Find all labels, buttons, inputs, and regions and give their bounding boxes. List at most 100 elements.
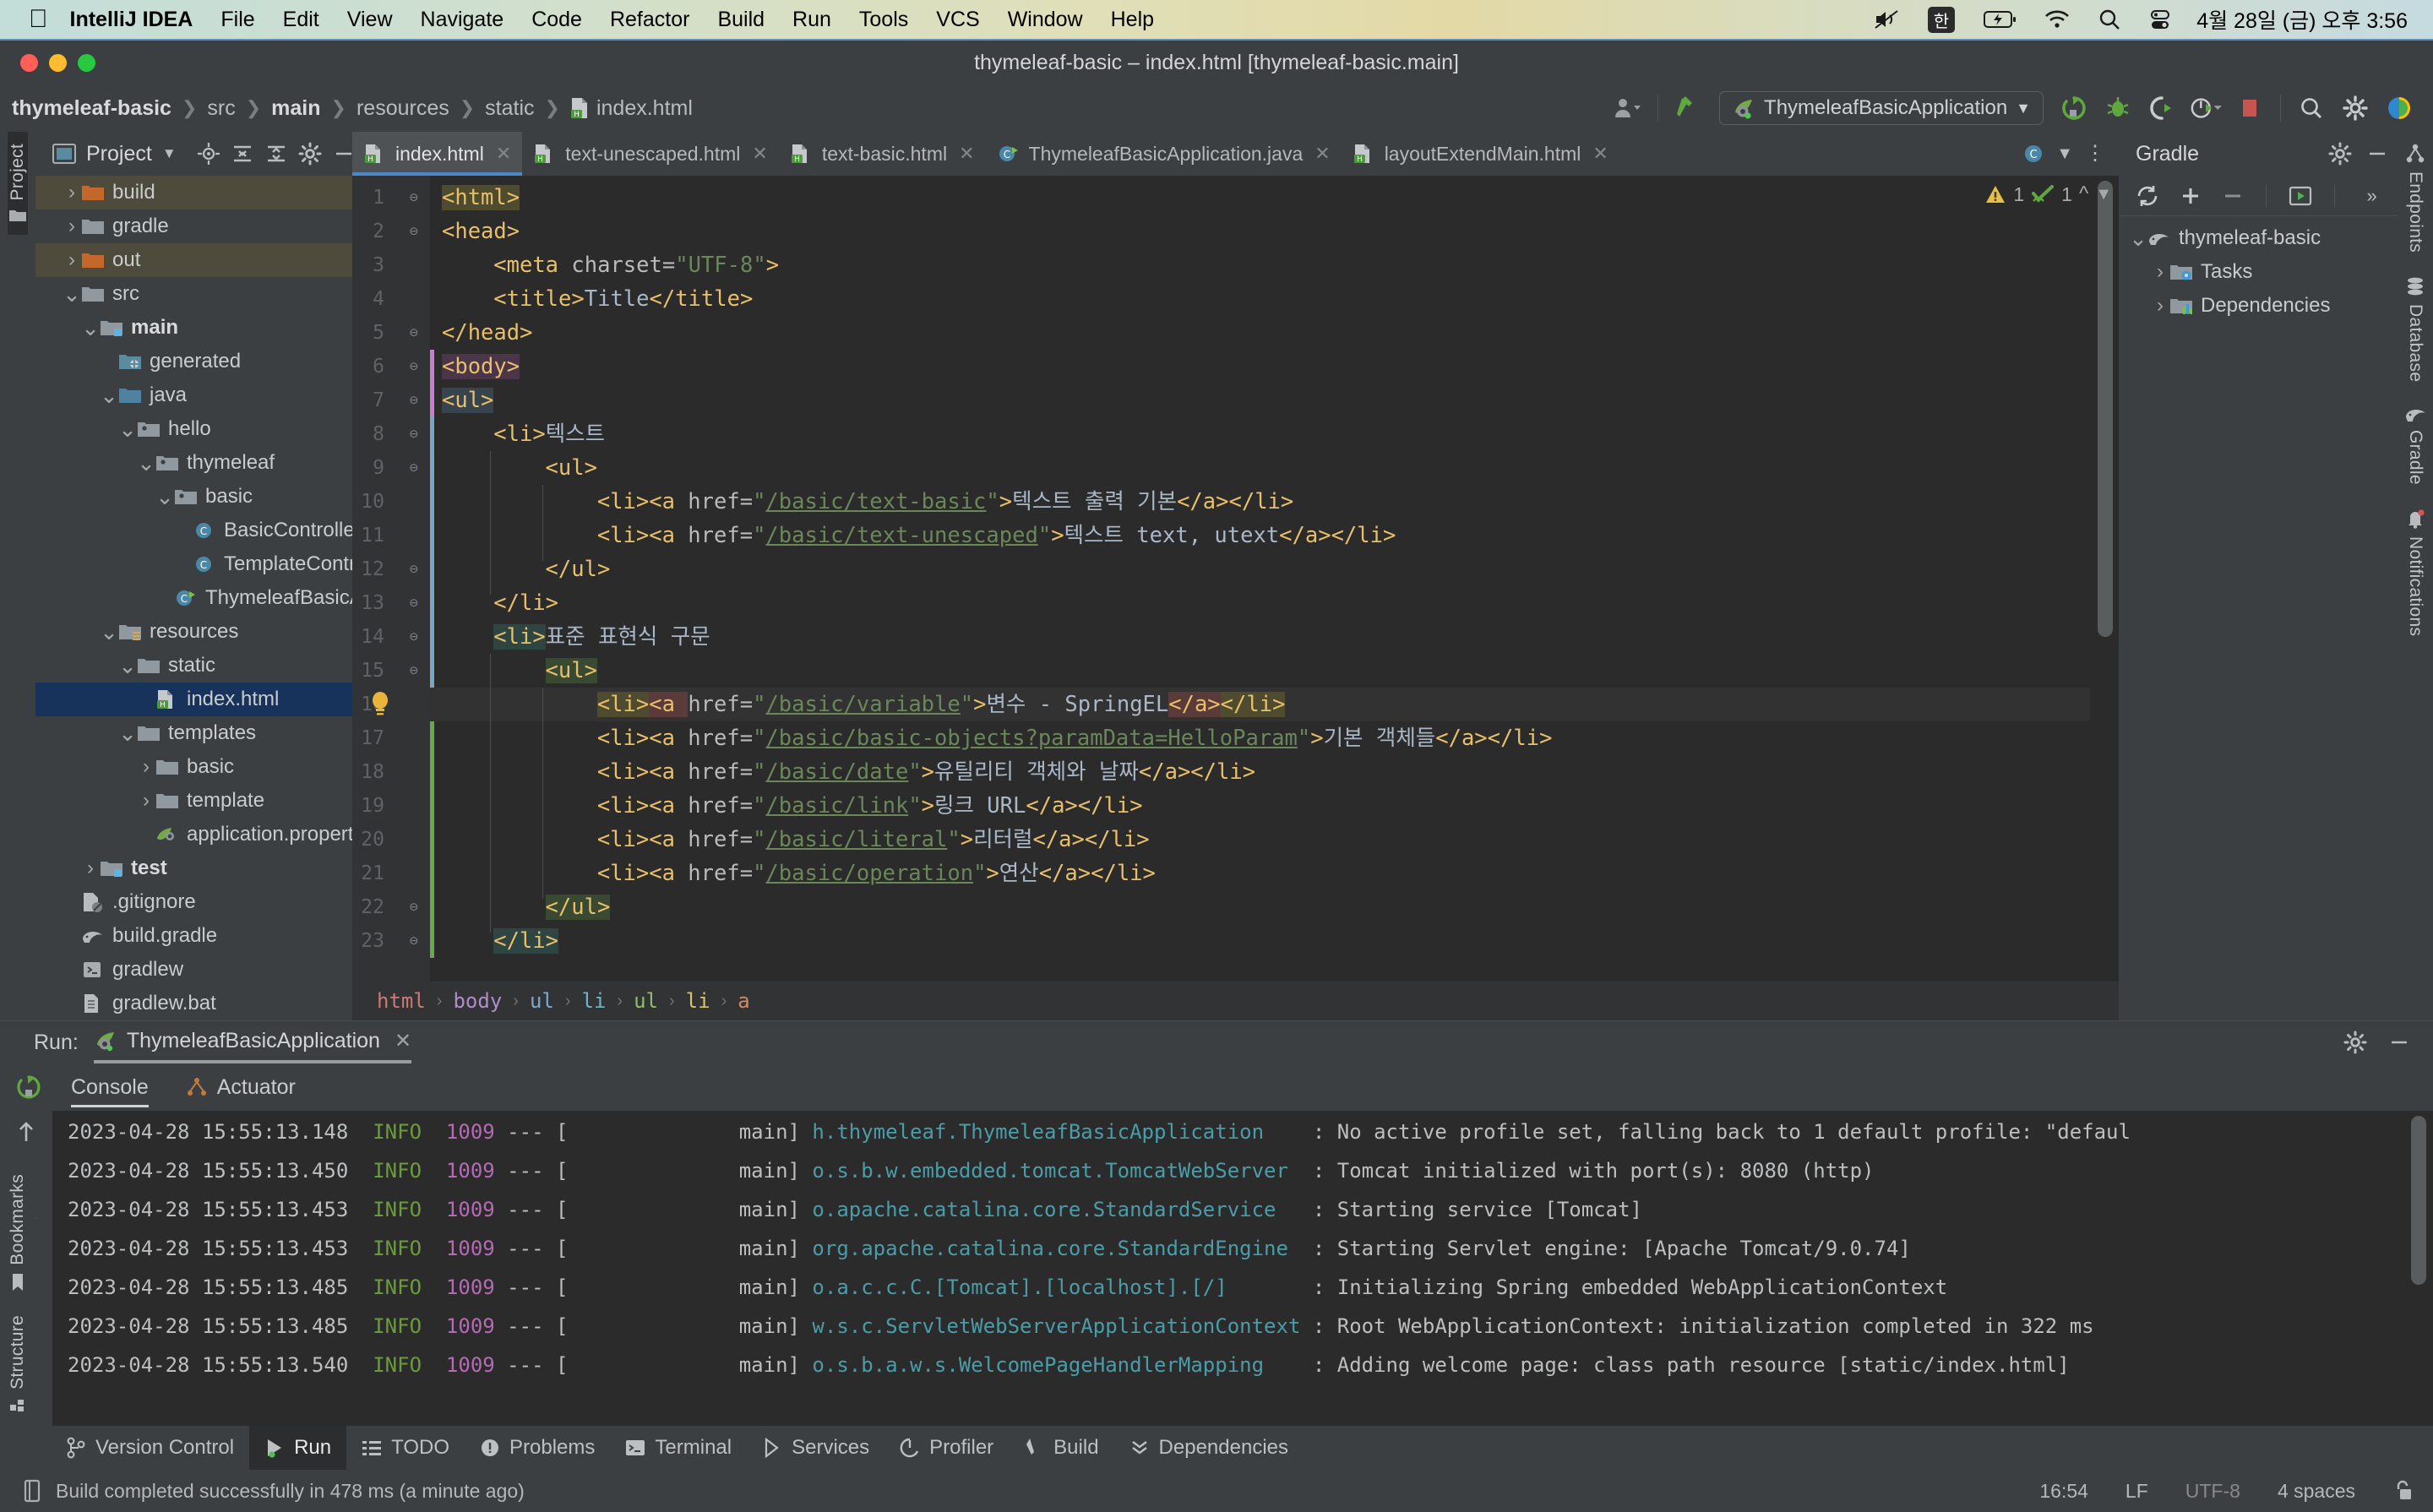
project-tree-item-test[interactable]: › test (35, 851, 352, 885)
intention-bulb-icon[interactable] (367, 689, 393, 718)
window-controls[interactable] (20, 53, 95, 72)
code-line[interactable]: </li> (493, 924, 559, 958)
locate-icon[interactable] (197, 142, 220, 166)
project-tree-item-build[interactable]: › build (35, 176, 352, 209)
menu-item-intellij[interactable]: IntelliJ IDEA (70, 8, 193, 32)
chevron-right-icon[interactable]: › (81, 857, 100, 880)
close-tab-icon[interactable]: ✕ (752, 143, 767, 165)
code-line[interactable]: <li><a href="/basic/text-basic">텍스트 출력 기… (597, 485, 1293, 519)
menu-bar-clock[interactable]: 4월 28일 (금) 오후 3:56 (2196, 4, 2408, 35)
project-tree-item-build-gradle[interactable]: build.gradle (35, 919, 352, 953)
code-line[interactable]: </ul> (545, 890, 611, 924)
code-folding-marker[interactable]: ⊖ (410, 324, 418, 341)
chevron-down-icon[interactable]: ⌄ (2129, 227, 2147, 249)
menu-item-code[interactable]: Code (531, 8, 582, 32)
code-folding-marker[interactable]: ⊖ (410, 933, 418, 949)
chevron-right-icon[interactable]: › (137, 789, 155, 813)
tab-actuator[interactable]: Actuator (167, 1063, 314, 1111)
sidebar-item-bookmarks[interactable]: Bookmarks (8, 1162, 28, 1303)
code-line[interactable]: <li><a href="/basic/operation">연산</a></l… (597, 857, 1156, 890)
editor-tab-index-html[interactable]: Hindex.html ✕ (352, 132, 523, 176)
code-folding-marker[interactable]: ⊖ (410, 899, 418, 916)
code-editor[interactable]: <html> <head> <meta charset="UTF-8"> <title… (430, 176, 2090, 982)
tool-window-button-problems[interactable]: Problems (465, 1426, 610, 1470)
code-line[interactable]: <li><a href="/basic/basic-objects?paramD… (597, 721, 1553, 755)
project-tree-item-gradlew-bat[interactable]: gradlew.bat (35, 987, 352, 1020)
editor-tab-text-unescaped-html[interactable]: Htext-unescaped.html ✕ (522, 132, 779, 176)
editor-marker-column[interactable] (2090, 176, 2119, 982)
close-window-button[interactable] (20, 53, 38, 72)
editor-breadcrumb-li[interactable]: li (582, 989, 607, 1013)
run-config-tab[interactable]: ThymeleafBasicApplication ✕ (93, 1029, 412, 1063)
code-line[interactable]: <ul> (546, 451, 597, 485)
project-tree-item-basiccontroller[interactable]: C BasicController (35, 514, 352, 547)
refresh-icon[interactable] (2135, 180, 2160, 212)
project-tree-item-basic[interactable]: › basic (35, 750, 352, 784)
project-tree-item-gradle[interactable]: › gradle (35, 209, 352, 243)
chevron-right-icon[interactable]: › (63, 248, 81, 272)
project-tree-item-hello[interactable]: ⌄ hello (35, 412, 352, 446)
editor-breadcrumb-a[interactable]: a (738, 989, 749, 1013)
line-separator-indicator[interactable]: LF (2125, 1480, 2148, 1503)
code-folding-marker[interactable]: ⊖ (410, 223, 418, 240)
editor-breadcrumb-body[interactable]: body (453, 989, 502, 1013)
gradle-tree[interactable]: ⌄ thymeleaf-basic › Tasks › Dependencies (2119, 216, 2398, 1020)
editor-breadcrumb-ul[interactable]: ul (634, 989, 658, 1013)
chevron-right-icon[interactable]: › (63, 215, 81, 238)
project-file-tree[interactable]: › build › gradle › out ⌄ src ⌄ main generated ⌄ jav… (35, 176, 352, 1020)
chevron-right-icon[interactable]: › (2151, 260, 2169, 284)
menu-item-window[interactable]: Window (1008, 8, 1083, 32)
settings-gear-icon[interactable] (298, 142, 322, 166)
code-line[interactable]: <head> (442, 215, 520, 248)
tool-window-button-run[interactable]: Run (249, 1426, 347, 1470)
chevron-down-icon[interactable]: ▼ (162, 145, 177, 162)
code-line[interactable]: <li><a href="/basic/variable">변수 - Sprin… (596, 688, 1286, 721)
breadcrumb-project[interactable]: thymeleaf-basic (12, 96, 171, 121)
menu-item-tools[interactable]: Tools (859, 8, 908, 32)
search-everywhere-icon[interactable] (2295, 92, 2327, 124)
tool-window-button-todo[interactable]: TODO (346, 1426, 465, 1470)
menu-item-refactor[interactable]: Refactor (610, 8, 689, 32)
chevron-down-icon[interactable]: ⌄ (100, 621, 118, 643)
code-line[interactable]: <ul> (545, 654, 597, 688)
close-tab-icon[interactable]: ✕ (496, 143, 511, 165)
code-line[interactable]: <meta charset="UTF-8"> (493, 248, 779, 282)
expand-icon[interactable] (264, 142, 288, 166)
close-tab-icon[interactable]: ✕ (1592, 143, 1608, 165)
code-line[interactable]: <li><a href="/basic/link">링크 URL</a></li… (597, 789, 1143, 823)
breadcrumb-static[interactable]: static (485, 96, 534, 121)
chevron-down-icon[interactable]: ▼ (2095, 185, 2112, 204)
code-folding-marker[interactable]: ⊖ (410, 426, 418, 443)
run-icon[interactable] (2058, 92, 2090, 124)
settings-gear-icon[interactable] (2328, 142, 2352, 166)
sidebar-item-notifications[interactable]: Notifications (2405, 497, 2425, 648)
code-line[interactable]: <ul> (442, 383, 494, 417)
menu-item-edit[interactable]: Edit (283, 8, 319, 32)
project-tree-item-java[interactable]: ⌄ java (35, 378, 352, 412)
input-source-indicator[interactable]: 한 (1927, 6, 1956, 33)
account-icon[interactable] (1611, 92, 1643, 124)
editor-scrollbar-thumb[interactable] (2098, 181, 2113, 637)
menu-item-view[interactable]: View (347, 8, 393, 32)
tool-window-button-build[interactable]: Build (1009, 1426, 1113, 1470)
code-line[interactable]: <li><a href="/basic/text-unescaped">텍스트 … (597, 519, 1396, 552)
chevron-down-icon[interactable]: ⌄ (137, 452, 155, 474)
menu-item-file[interactable]: File (220, 8, 254, 32)
editor-gutter[interactable]: 1 ⊖ 2 ⊖ 3 4 5 ⊖ 6 ⊖ 7 ⊖ 8 ⊖ 9 ⊖ 10 11 12 ⊖ 13 ⊖ 14 ⊖ 15 ⊖ 16 17 18 19… (352, 176, 430, 982)
hide-icon[interactable] (2387, 1031, 2411, 1054)
indent-indicator[interactable]: 4 spaces (2278, 1480, 2355, 1503)
wifi-icon[interactable] (2044, 10, 2070, 29)
encoding-indicator[interactable]: UTF-8 (2185, 1480, 2240, 1503)
inspection-widget[interactable]: 1 1 ^ ▼ (1984, 182, 2112, 206)
spotlight-icon[interactable] (2098, 8, 2120, 30)
tool-window-button-services[interactable]: Services (747, 1426, 884, 1470)
remove-icon[interactable] (2221, 180, 2245, 212)
sidebar-item-database[interactable]: Database (2405, 264, 2425, 394)
add-icon[interactable] (2179, 180, 2202, 212)
project-tree-item-generated[interactable]: generated (35, 345, 352, 378)
apple-icon[interactable]:  (29, 7, 48, 32)
hide-icon[interactable] (2365, 142, 2389, 166)
breadcrumb-main[interactable]: main (271, 96, 320, 121)
sidebar-item-structure[interactable]: Structure (8, 1303, 28, 1426)
settings-gear-icon[interactable] (2343, 1031, 2367, 1054)
